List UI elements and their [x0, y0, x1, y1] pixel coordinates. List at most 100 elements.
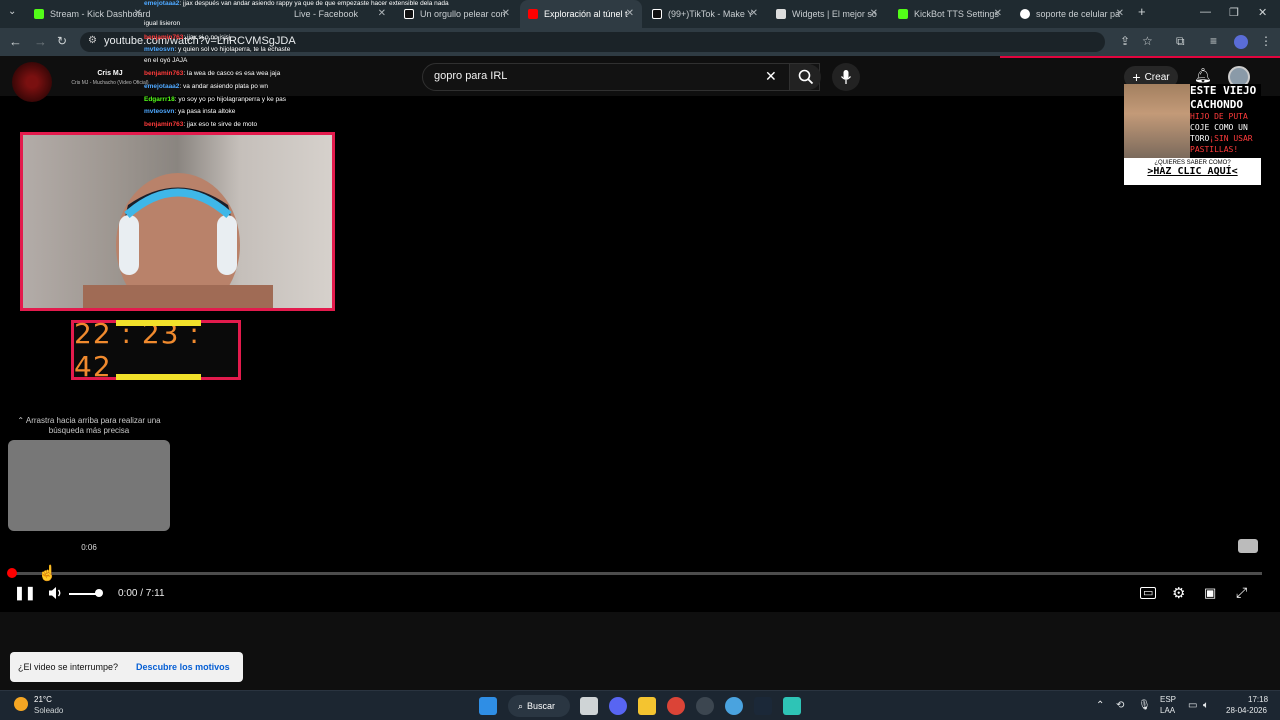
steam-icon[interactable]	[754, 697, 772, 715]
back-icon[interactable]: ←	[9, 34, 22, 49]
tab-youtube-active[interactable]: Exploración al túnel t ✕	[520, 0, 642, 28]
chat-message: Edgarrr18: yo soy yo po hijolagranperra …	[144, 96, 286, 104]
subtitles-icon[interactable]: ▭	[1140, 587, 1157, 599]
chat-user: emejotaaa2	[144, 0, 180, 7]
close-icon[interactable]: ✕	[750, 8, 758, 19]
pause-button[interactable]: ❚❚	[14, 585, 36, 601]
chat-text: : y quien sol vo hijolaperra, te la echa…	[174, 46, 291, 53]
ad-cta-label[interactable]: >HAZ CLIC AQUÍ<	[1124, 166, 1261, 177]
voice-search-button[interactable]	[832, 63, 860, 91]
plus-icon: +	[1132, 69, 1141, 85]
chrome-profile-icon[interactable]	[725, 697, 743, 715]
close-icon[interactable]: ✕	[626, 8, 634, 19]
seek-handle[interactable]	[6, 568, 17, 578]
fullscreen-icon[interactable]: ⤢	[1236, 584, 1247, 601]
theater-mode-icon[interactable]: ▣	[1204, 585, 1216, 601]
language-variant[interactable]: LAA	[1160, 706, 1175, 715]
close-icon[interactable]: ✕	[378, 8, 386, 19]
double-chevron-up-icon: ⌃	[17, 416, 26, 425]
google-icon	[1020, 9, 1030, 19]
seek-bar[interactable]	[6, 568, 1262, 578]
tab-label: Exploración al túnel t	[544, 9, 628, 19]
tab-kick-dashboard[interactable]: Stream - Kick Dashboard ✕	[26, 0, 150, 28]
tab-widgets[interactable]: Widgets | El mejor so ✕	[768, 0, 886, 28]
forward-icon[interactable]: →	[34, 34, 47, 49]
microphone-icon	[840, 70, 852, 84]
tab-tiktok-make[interactable]: (99+)TikTok - Make Y ✕	[644, 0, 766, 28]
chat-message: mvteosvn: ya pasa insta altoke	[144, 108, 235, 116]
ad-cta[interactable]: ¿QUIERES SABER COMO? >HAZ CLIC AQUÍ<	[1124, 158, 1261, 185]
toast-link[interactable]: Descubre los motivos	[136, 662, 230, 672]
hand-cursor-icon: ☝	[38, 565, 57, 582]
discord-icon[interactable]	[609, 697, 627, 715]
weather-desc[interactable]: Soleado	[34, 706, 63, 715]
close-icon[interactable]: ✕	[994, 8, 1002, 19]
network-app-icon[interactable]: ⟲	[1116, 700, 1124, 711]
create-label: Crear	[1144, 71, 1170, 83]
chrome-icon[interactable]	[667, 697, 685, 715]
youtube-icon	[528, 9, 538, 19]
speaker-icon[interactable]: 🔈︎	[1203, 700, 1209, 711]
streamer-avatar	[12, 62, 52, 102]
reload-icon[interactable]: ↻	[57, 34, 67, 48]
restore-icon[interactable]: ❐	[1229, 6, 1239, 19]
windows-start-icon[interactable]	[479, 697, 497, 715]
close-icon[interactable]: ✕	[1116, 8, 1124, 19]
ad-word: ¡SIN USAR	[1209, 134, 1253, 143]
close-icon[interactable]: ✕	[502, 8, 510, 19]
reading-list-icon[interactable]: ≡	[1210, 34, 1217, 48]
ad-banner[interactable]: ESTE VIEJO CACHONDO HIJO DE PUTA COJE CO…	[1124, 84, 1261, 185]
ad-line: CACHONDO	[1190, 98, 1243, 111]
search-icon	[798, 69, 813, 85]
window-close-icon[interactable]: ✕	[1258, 6, 1267, 19]
webcam-feed	[20, 132, 335, 311]
clock-time[interactable]: 17:18	[1248, 695, 1268, 704]
extensions-icon[interactable]: ⧉	[1176, 34, 1185, 49]
chat-message: emejotaaa2: va andar asiendo plata po wn	[144, 83, 268, 91]
chat-text: : jjax eso te sirve de moto	[183, 121, 258, 128]
site-info-icon[interactable]: ⚙	[88, 35, 97, 46]
chat-user: benjamin763	[144, 70, 184, 77]
ad-line: TORO¡SIN USAR	[1190, 134, 1253, 143]
obs-icon[interactable]	[696, 697, 714, 715]
browser-menu-icon[interactable]: ⋮	[1260, 34, 1272, 48]
clear-search-icon[interactable]: ✕	[765, 68, 777, 85]
tab-kickbot[interactable]: KickBot TTS Settings ✕	[890, 0, 1010, 28]
tab-google-soporte[interactable]: soporte de celular pa ✕	[1012, 0, 1132, 28]
weather-temp[interactable]: 21°C	[34, 695, 52, 704]
install-app-icon[interactable]: ⇪	[1120, 34, 1130, 48]
task-view-icon[interactable]	[580, 697, 598, 715]
chat-user: benjamin763	[144, 34, 184, 41]
microphone-tray-icon[interactable]: 🎙︎	[1138, 700, 1151, 711]
show-hidden-icons-icon[interactable]: ⌃	[1096, 700, 1104, 711]
app-icon[interactable]	[783, 697, 801, 715]
search-input[interactable]	[434, 70, 754, 82]
kick-icon	[898, 9, 908, 19]
settings-gear-icon[interactable]: ⚙	[1172, 584, 1185, 602]
chat-message-cont: igual lisieron	[144, 20, 181, 27]
minimize-icon[interactable]: —	[1200, 6, 1211, 18]
volume-handle[interactable]	[95, 589, 103, 597]
search-box[interactable]: ✕	[422, 63, 821, 91]
stream-timer: 22 : 23 : 42	[71, 317, 241, 383]
youtube-watermark-icon[interactable]	[1238, 539, 1258, 553]
file-explorer-icon[interactable]	[638, 697, 656, 715]
clock-date[interactable]: 28-04-2026	[1226, 706, 1267, 715]
bookmark-star-icon[interactable]: ☆	[1142, 34, 1153, 48]
chat-message: mvteosvn: y quien sol vo hijolaperra, te…	[144, 46, 290, 54]
wifi-icon[interactable]: ▭	[1188, 700, 1197, 711]
weather-sun-icon[interactable]	[14, 697, 28, 711]
search-button[interactable]	[789, 64, 821, 90]
notifications-bell-icon[interactable]: 🔔︎	[1194, 67, 1212, 84]
taskbar-search[interactable]: ⌕ Buscar	[508, 695, 570, 717]
close-icon[interactable]: ✕	[134, 8, 142, 19]
tab-search-icon[interactable]: ⌄	[8, 6, 16, 17]
profile-avatar-icon[interactable]	[1234, 35, 1248, 49]
close-icon[interactable]: ✕	[870, 8, 878, 19]
chat-user: Edgarrr18	[144, 96, 175, 103]
widgets-icon	[776, 9, 786, 19]
chat-text: : la wea de casco es esa wea jaja	[183, 70, 281, 77]
new-tab-button[interactable]: +	[1138, 4, 1146, 19]
volume-icon[interactable]	[48, 586, 64, 600]
language-indicator[interactable]: ESP	[1160, 695, 1176, 704]
